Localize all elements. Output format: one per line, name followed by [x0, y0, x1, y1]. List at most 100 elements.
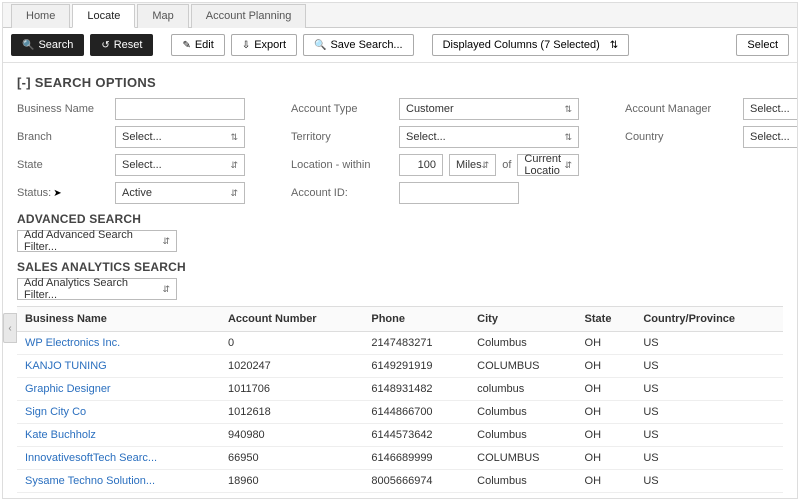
cell-phone: 8005666974	[363, 470, 469, 493]
table-row[interactable]: Graphic Designer10117066148931482columbu…	[17, 378, 783, 401]
col-state[interactable]: State	[577, 307, 636, 332]
tab-map[interactable]: Map	[137, 4, 188, 28]
tab-home[interactable]: Home	[11, 4, 70, 28]
tab-account-planning[interactable]: Account Planning	[191, 4, 307, 28]
tab-locate[interactable]: Locate	[72, 4, 135, 28]
cell-country: US	[635, 355, 783, 378]
account-manager-select[interactable]: Select...	[743, 98, 798, 120]
cell-state: OH	[577, 493, 636, 500]
account-type-select[interactable]: Customer⇅	[399, 98, 579, 120]
cell-country: US	[635, 332, 783, 355]
pencil-icon: ✎	[182, 40, 190, 51]
analytics-filter-select[interactable]: Add Analytics Search Filter...⇵	[17, 278, 177, 300]
col-country[interactable]: Country/Province	[635, 307, 783, 332]
scroll-left-handle[interactable]: ‹	[3, 313, 17, 343]
cell-city: Columbus	[469, 401, 576, 424]
cell-account: 940980	[220, 424, 363, 447]
branch-select[interactable]: Select...⇅	[115, 126, 245, 148]
cell-city: COLUMBUS	[469, 355, 576, 378]
cell-phone: 6144447777	[363, 493, 469, 500]
table-row[interactable]: Sign City Co10126186144866700ColumbusOHU…	[17, 401, 783, 424]
cell-phone: 6146689999	[363, 447, 469, 470]
status-select[interactable]: Active⇵	[115, 182, 245, 204]
search-icon: 🔍	[314, 40, 326, 51]
cell-state: OH	[577, 378, 636, 401]
search-button[interactable]: 🔍Search	[11, 34, 84, 56]
export-icon: ⇩	[242, 40, 250, 51]
country-select[interactable]: Select...	[743, 126, 798, 148]
col-phone[interactable]: Phone	[363, 307, 469, 332]
cell-phone: 6144573642	[363, 424, 469, 447]
updown-icon: ⇵	[230, 160, 238, 171]
cell-phone: 6144866700	[363, 401, 469, 424]
of-label: of	[502, 159, 511, 171]
displayed-columns-button[interactable]: Displayed Columns (7 Selected)⇅	[432, 34, 630, 56]
reset-icon: ↺	[101, 40, 109, 51]
tab-bar: Home Locate Map Account Planning	[3, 3, 797, 28]
account-type-label: Account Type	[291, 103, 391, 115]
cell-city: Columbus	[469, 332, 576, 355]
table-row[interactable]: InnovativesoftTech Searc...6695061466899…	[17, 447, 783, 470]
table-row[interactable]: SofttechnologiesTechno ...13506144447777…	[17, 493, 783, 500]
updown-icon: ⇅	[230, 132, 238, 143]
updown-icon: ⇵	[162, 236, 170, 247]
updown-icon: ⇵	[230, 188, 238, 199]
advanced-filter-select[interactable]: Add Advanced Search Filter...⇵	[17, 230, 177, 252]
location-ref-select[interactable]: Current Locatio⇵	[517, 154, 579, 176]
search-options-title[interactable]: [-] SEARCH OPTIONS	[17, 75, 783, 90]
table-row[interactable]: WP Electronics Inc.02147483271ColumbusOH…	[17, 332, 783, 355]
branch-label: Branch	[17, 131, 107, 143]
analytics-search-title: SALES ANALYTICS SEARCH	[17, 260, 783, 274]
cell-state: OH	[577, 447, 636, 470]
save-search-button[interactable]: 🔍Save Search...	[303, 34, 414, 56]
select-button[interactable]: Select	[736, 34, 789, 56]
business-name-input[interactable]	[115, 98, 245, 120]
cell-business[interactable]: Kate Buchholz	[17, 424, 220, 447]
cell-business[interactable]: Sysame Techno Solution...	[17, 470, 220, 493]
cell-account: 18960	[220, 470, 363, 493]
cursor-icon: ➤	[53, 188, 61, 199]
cell-account: 1012618	[220, 401, 363, 424]
cell-business[interactable]: Sign City Co	[17, 401, 220, 424]
cell-city: Columbus	[469, 470, 576, 493]
col-city[interactable]: City	[469, 307, 576, 332]
table-row[interactable]: KANJO TUNING10202476149291919COLUMBUSOHU…	[17, 355, 783, 378]
cell-state: OH	[577, 332, 636, 355]
table-row[interactable]: Sysame Techno Solution...189608005666974…	[17, 470, 783, 493]
cell-account: 66950	[220, 447, 363, 470]
cell-city: COLUMBUS	[469, 447, 576, 470]
updown-icon: ⇵	[162, 284, 170, 295]
table-row[interactable]: Kate Buchholz9409806144573642ColumbusOHU…	[17, 424, 783, 447]
location-units-select[interactable]: Miles⇵	[449, 154, 496, 176]
state-select[interactable]: Select...⇵	[115, 154, 245, 176]
cell-phone: 6149291919	[363, 355, 469, 378]
edit-button[interactable]: ✎Edit	[171, 34, 224, 56]
updown-icon: ⇅	[610, 40, 618, 51]
cell-business[interactable]: WP Electronics Inc.	[17, 332, 220, 355]
cell-account: 0	[220, 332, 363, 355]
state-label: State	[17, 159, 107, 171]
location-label: Location - within	[291, 159, 391, 171]
cell-business[interactable]: KANJO TUNING	[17, 355, 220, 378]
reset-button[interactable]: ↺Reset	[90, 34, 153, 56]
country-label: Country	[625, 131, 735, 143]
cell-business[interactable]: Graphic Designer	[17, 378, 220, 401]
updown-icon: ⇅	[564, 104, 572, 115]
col-account[interactable]: Account Number	[220, 307, 363, 332]
cell-business[interactable]: SofttechnologiesTechno ...	[17, 493, 220, 500]
cell-country: US	[635, 470, 783, 493]
territory-select[interactable]: Select...⇅	[399, 126, 579, 148]
advanced-search-title: ADVANCED SEARCH	[17, 212, 783, 226]
search-options-form: Business Name Account Type Customer⇅ Acc…	[17, 98, 783, 204]
cell-account: 1020247	[220, 355, 363, 378]
col-business[interactable]: Business Name	[17, 307, 220, 332]
account-id-input[interactable]	[399, 182, 519, 204]
cell-account: 1011706	[220, 378, 363, 401]
export-button[interactable]: ⇩Export	[231, 34, 297, 56]
results-table-wrap: ‹ Business Name Account Number Phone Cit…	[17, 306, 783, 499]
cell-state: OH	[577, 401, 636, 424]
status-label: Status:➤	[17, 187, 107, 199]
cell-state: OH	[577, 424, 636, 447]
cell-business[interactable]: InnovativesoftTech Searc...	[17, 447, 220, 470]
location-distance-input[interactable]	[399, 154, 443, 176]
